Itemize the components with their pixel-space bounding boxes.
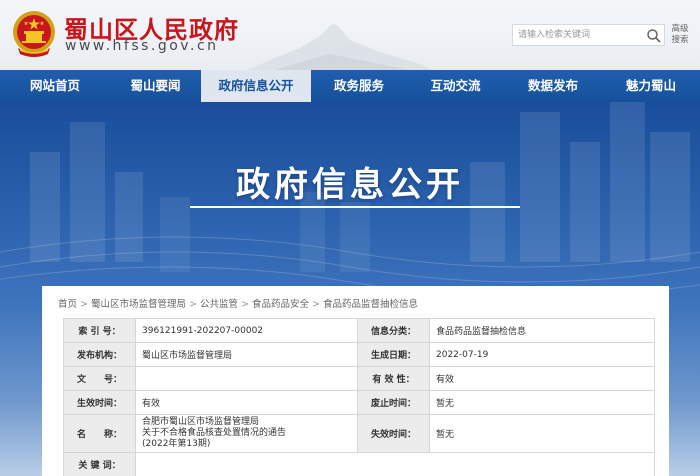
publisher-label: 发布机构： — [63, 342, 136, 367]
info-table: 索 引 号： 396121991-202207-00002 信息分类： 食品药品… — [63, 318, 655, 476]
table-row: 文 号： 有 效 性： 有效 — [63, 366, 655, 391]
validity-value: 有效 — [429, 366, 655, 391]
index-label: 索 引 号： — [63, 318, 136, 343]
publisher-value: 蜀山区市场监督管理局 — [135, 342, 358, 367]
repeal-label: 废止时间： — [357, 390, 430, 415]
name-label: 名 称： — [63, 414, 136, 453]
validity-label: 有 效 性： — [357, 366, 430, 391]
nav-item-home[interactable]: 网站首页 — [0, 70, 110, 102]
name-line: 合肥市蜀山区市场监督管理局 — [142, 417, 260, 427]
search-box — [512, 24, 665, 46]
effective-value: 有效 — [135, 390, 358, 415]
name-value: 合肥市蜀山区市场监督管理局 关于不合格食品核查处置情况的通告 (2022年第13… — [135, 414, 358, 453]
banner-underline — [190, 206, 520, 208]
index-value: 396121991-202207-00002 — [135, 318, 358, 343]
keywords-label: 关 键 词： — [63, 452, 136, 476]
mountain-silhouette — [247, 24, 433, 70]
breadcrumb-inspection-info[interactable]: 食品药品监督抽检信息 — [323, 299, 418, 310]
banner-title: 政府信息公开 — [236, 165, 464, 205]
breadcrumb-separator: > — [240, 299, 249, 310]
nav-item-services[interactable]: 政务服务 — [311, 70, 407, 102]
main-nav: 网站首页 蜀山要闻 政府信息公开 政务服务 互动交流 数据发布 魅力蜀山 — [0, 70, 700, 102]
date-value: 2022-07-19 — [429, 342, 655, 367]
site-header: 蜀山区人民政府 www.hfss.gov.cn 高级 搜索 — [0, 0, 700, 70]
search-input[interactable] — [513, 25, 643, 45]
advanced-search-line1: 高级 — [671, 24, 689, 34]
nav-item-news[interactable]: 蜀山要闻 — [110, 70, 201, 102]
content-panel: 首页 > 蜀山区市场监督管理局 > 公共监管 > 食品药品安全 > 食品药品监督抽检信息 索 引… — [42, 286, 669, 476]
search-icon[interactable] — [646, 28, 662, 44]
breadcrumb-public-supervision[interactable]: 公共监管 — [200, 299, 238, 310]
breadcrumb-separator: > — [311, 299, 320, 310]
table-row: 索 引 号： 396121991-202207-00002 信息分类： 食品药品… — [63, 318, 655, 343]
category-value: 食品药品监督抽检信息 — [429, 318, 655, 343]
expire-label: 失效时间： — [357, 414, 430, 453]
breadcrumb-food-drug-safety[interactable]: 食品药品安全 — [252, 299, 309, 310]
nav-item-charm[interactable]: 魅力蜀山 — [602, 70, 700, 102]
breadcrumb: 首页 > 蜀山区市场监督管理局 > 公共监管 > 食品药品安全 > 食品药品监督抽检信息 — [58, 296, 418, 310]
site-url: www.hfss.gov.cn — [65, 38, 219, 54]
nav-item-info-disclosure[interactable]: 政府信息公开 — [201, 70, 311, 102]
table-row: 生效时间： 有效 废止时间： 暂无 — [63, 390, 655, 415]
docno-value — [135, 366, 358, 391]
nav-item-data[interactable]: 数据发布 — [504, 70, 602, 102]
breadcrumb-department[interactable]: 蜀山区市场监督管理局 — [91, 299, 186, 310]
effective-label: 生效时间： — [63, 390, 136, 415]
advanced-search-link[interactable]: 高级 搜索 — [668, 24, 692, 46]
breadcrumb-separator: > — [189, 299, 197, 310]
table-row: 发布机构： 蜀山区市场监督管理局 生成日期： 2022-07-19 — [63, 342, 655, 367]
name-line: 关于不合格食品核查处置情况的通告 — [142, 428, 287, 438]
repeal-value: 暂无 — [429, 390, 655, 415]
name-line: (2022年第13期) — [142, 439, 211, 449]
expire-value: 暂无 — [429, 414, 655, 453]
breadcrumb-separator: > — [80, 299, 88, 310]
date-label: 生成日期： — [357, 342, 430, 367]
nav-item-interaction[interactable]: 互动交流 — [407, 70, 504, 102]
table-row: 关 键 词： — [63, 452, 655, 476]
keywords-value — [135, 452, 655, 476]
category-label: 信息分类： — [357, 318, 430, 343]
breadcrumb-home[interactable]: 首页 — [58, 299, 77, 310]
table-row: 名 称： 合肥市蜀山区市场监督管理局 关于不合格食品核查处置情况的通告 (202… — [63, 414, 655, 453]
advanced-search-line2: 搜索 — [671, 35, 689, 45]
docno-label: 文 号： — [63, 366, 136, 391]
national-emblem-icon — [13, 11, 55, 57]
